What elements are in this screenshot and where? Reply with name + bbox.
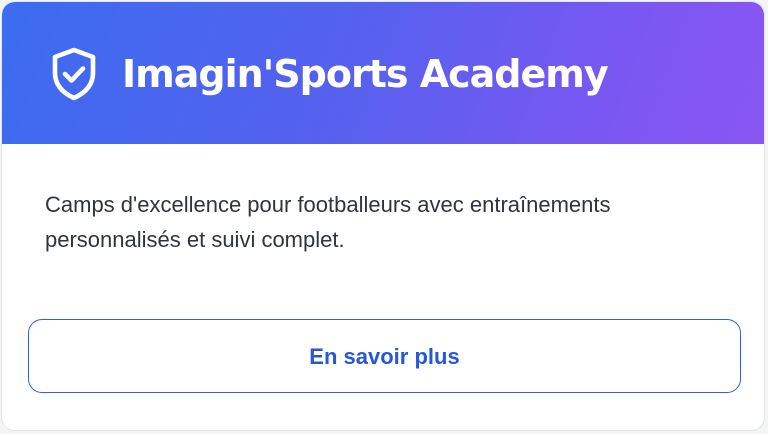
card-header: Imagin'Sports Academy <box>2 2 764 144</box>
shield-check-icon <box>52 47 96 101</box>
card-title: Imagin'Sports Academy <box>122 52 609 96</box>
academy-card: Imagin'Sports Academy Camps d'excellence… <box>1 1 765 431</box>
card-description: Camps d'excellence pour footballeurs ave… <box>45 192 611 252</box>
learn-more-button[interactable]: En savoir plus <box>28 319 741 393</box>
